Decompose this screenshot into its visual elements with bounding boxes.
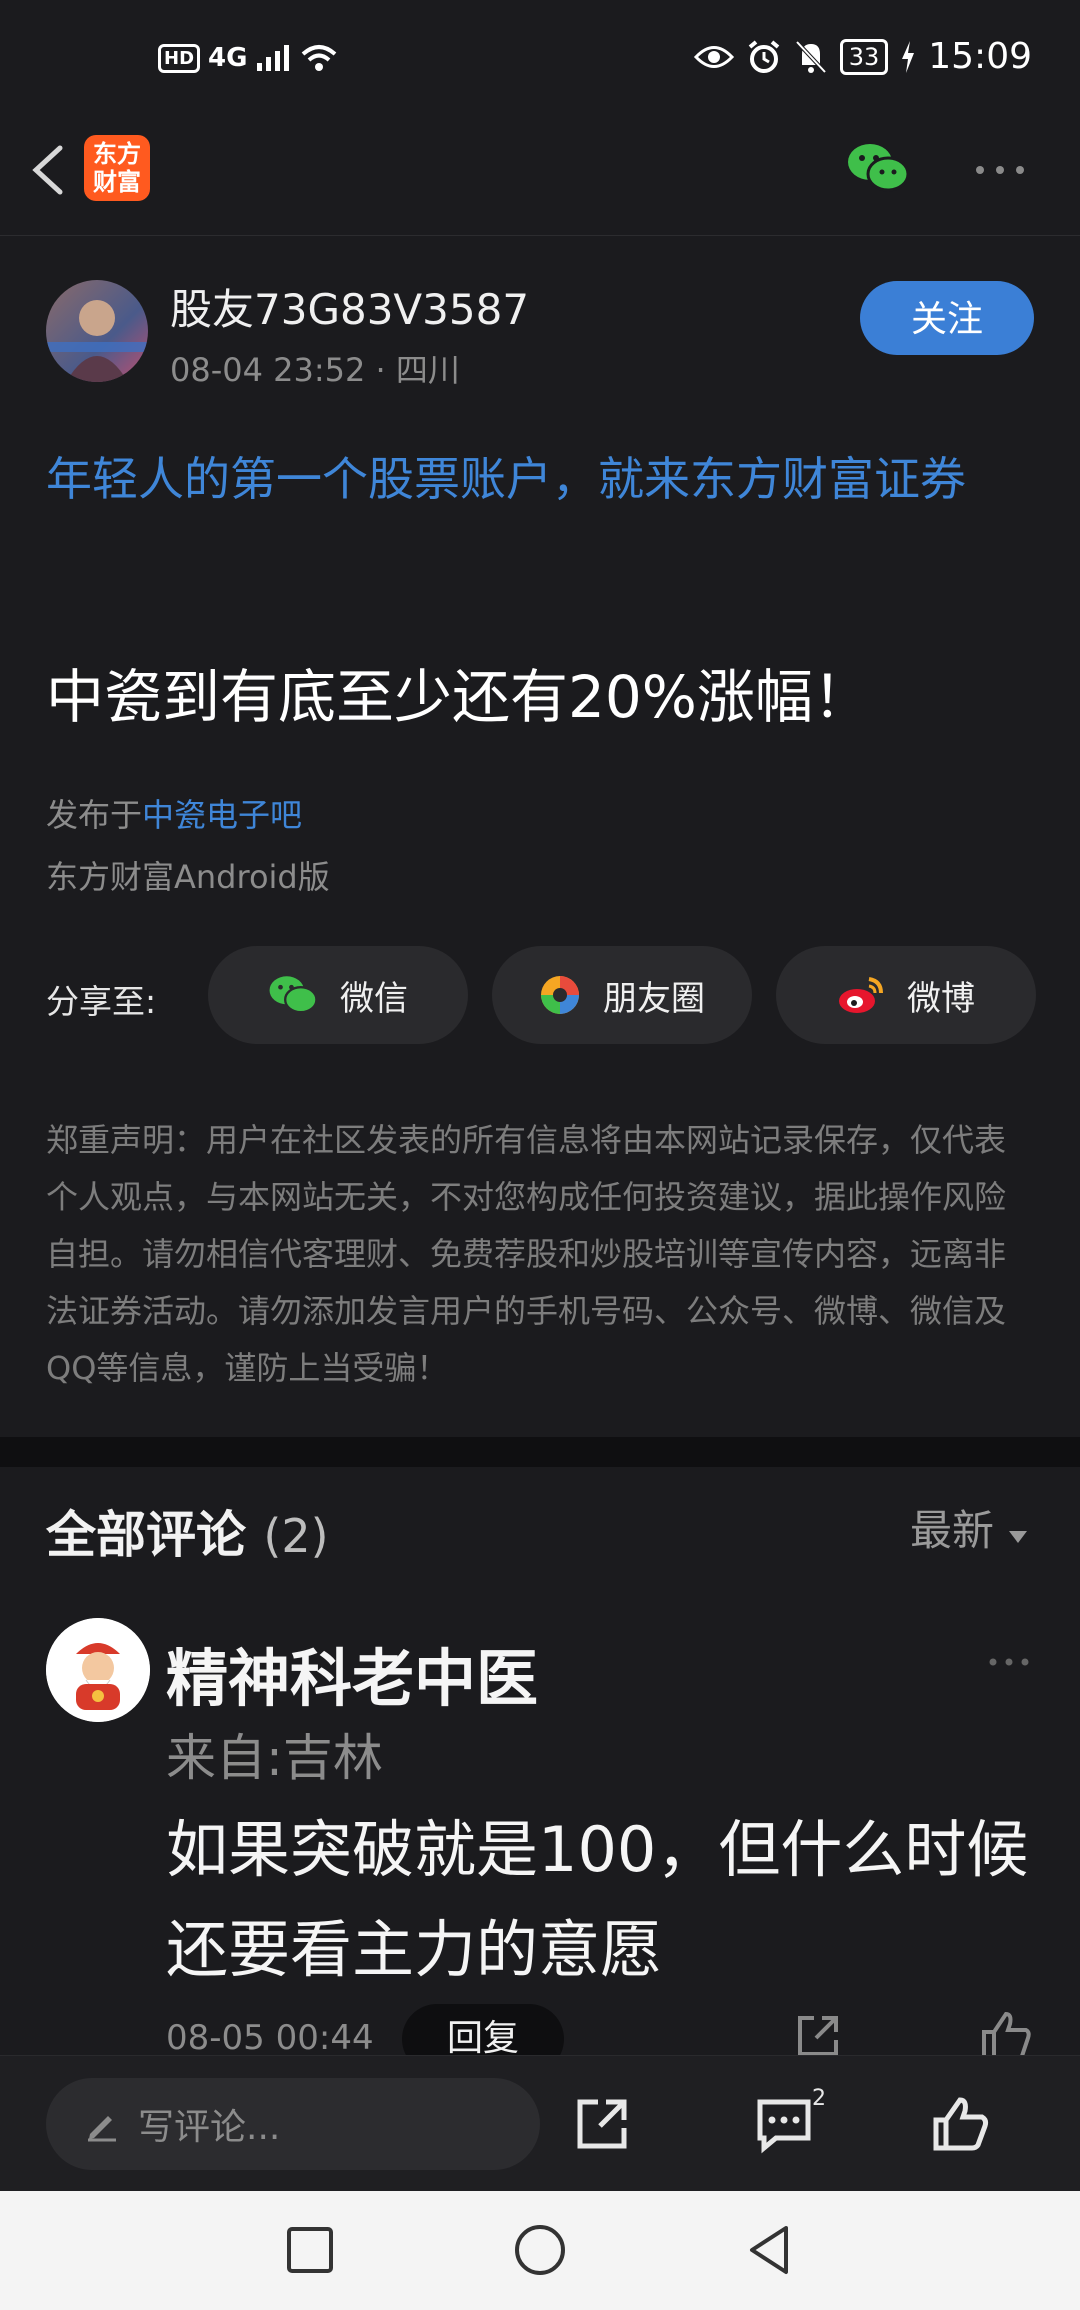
comment-time: 08-05 00:44 <box>166 2018 374 2058</box>
alarm-icon <box>748 39 779 73</box>
logo-line2: 财富 <box>93 168 141 196</box>
share-weibo-button[interactable]: 微博 <box>776 946 1036 1044</box>
app-logo: 东方 财富 <box>84 135 150 201</box>
comments-count: (2) <box>263 1509 329 1563</box>
author-avatar[interactable] <box>46 280 148 382</box>
status-left: HD 4G <box>158 42 339 74</box>
share-label: 分享至: <box>46 982 157 1021</box>
comment-text: 如果突破就是100，但什么时候还要看主力的意愿 <box>166 1813 1029 1986</box>
commenter-avatar[interactable] <box>46 1618 150 1722</box>
comment-icon[interactable] <box>754 2094 814 2154</box>
author-name[interactable]: 股友73G83V3587 <box>170 276 529 337</box>
hd-badge: HD <box>158 43 201 73</box>
more-icon[interactable] <box>970 150 1030 190</box>
posted-in: 发布于中瓷电子吧 <box>46 790 302 836</box>
comment-more-icon[interactable] <box>985 1640 1033 1681</box>
top-nav <box>0 125 1080 236</box>
signal-icon <box>257 45 290 71</box>
logo-line1: 东方 <box>93 140 141 168</box>
share-moments-button[interactable]: 朋友圈 <box>492 946 752 1044</box>
caret-down-icon <box>1009 1531 1028 1543</box>
recents-icon[interactable] <box>280 2220 340 2280</box>
disclaimer-text: 郑重声明：用户在社区发表的所有信息将由本网站记录保存，仅代表个人观点，与本网站无… <box>46 1121 1007 1387</box>
share-moments-label: 朋友圈 <box>603 978 705 1019</box>
network-label: 4G <box>208 43 248 73</box>
commenter-name[interactable]: 精神科老中医 <box>166 1628 538 1718</box>
section-divider <box>0 1437 1080 1467</box>
back-icon[interactable] <box>22 140 82 200</box>
battery-level: 33 <box>839 38 889 75</box>
post-location: 四川 <box>395 351 460 389</box>
share-weibo-label: 微博 <box>907 978 975 1019</box>
share-wechat-label: 微信 <box>340 978 408 1019</box>
wechat-icon <box>269 976 318 1014</box>
post-meta: 08-04 23:52 · 四川 <box>170 345 460 391</box>
mute-bell-icon <box>795 40 827 73</box>
forum-link[interactable]: 中瓷电子吧 <box>142 796 302 834</box>
eye-icon <box>693 45 734 68</box>
status-right: 33 15:09 <box>693 36 1032 77</box>
moments-icon <box>541 976 579 1014</box>
share-icon[interactable] <box>572 2094 632 2154</box>
status-time: 15:09 <box>928 36 1032 77</box>
sort-label: 最新 <box>910 1506 995 1555</box>
follow-button[interactable]: 关注 <box>860 281 1034 355</box>
like-icon[interactable] <box>930 2094 990 2154</box>
sort-dropdown[interactable]: 最新 <box>910 1497 1029 1558</box>
share-wechat-button[interactable]: 微信 <box>208 946 468 1044</box>
post-date: 08-04 23:52 <box>170 351 366 389</box>
wechat-icon[interactable] <box>846 140 910 196</box>
meta-dot: · <box>375 351 396 389</box>
posted-in-prefix: 发布于 <box>46 796 143 834</box>
pencil-icon <box>88 2116 116 2142</box>
charging-icon <box>902 40 915 73</box>
client-label: 东方财富Android版 <box>46 858 330 896</box>
weibo-icon <box>839 977 883 1013</box>
commenter-location: 来自:吉林 <box>166 1729 383 1787</box>
comments-header: 全部评论 (2) <box>46 1495 329 1567</box>
home-icon[interactable] <box>510 2220 570 2280</box>
post-title: 中瓷到有底至少还有20%涨幅！ <box>46 663 871 731</box>
ad-link[interactable]: 年轻人的第一个股票账户，就来东方财富证券 <box>46 440 1036 518</box>
comment-count-badge: 2 <box>812 2086 826 2111</box>
write-comment-input[interactable]: 写评论... <box>46 2078 540 2170</box>
back-nav-icon[interactable] <box>740 2220 800 2280</box>
comments-title: 全部评论 <box>46 1506 246 1564</box>
write-comment-placeholder: 写评论... <box>138 2107 281 2148</box>
wifi-icon <box>302 45 337 71</box>
